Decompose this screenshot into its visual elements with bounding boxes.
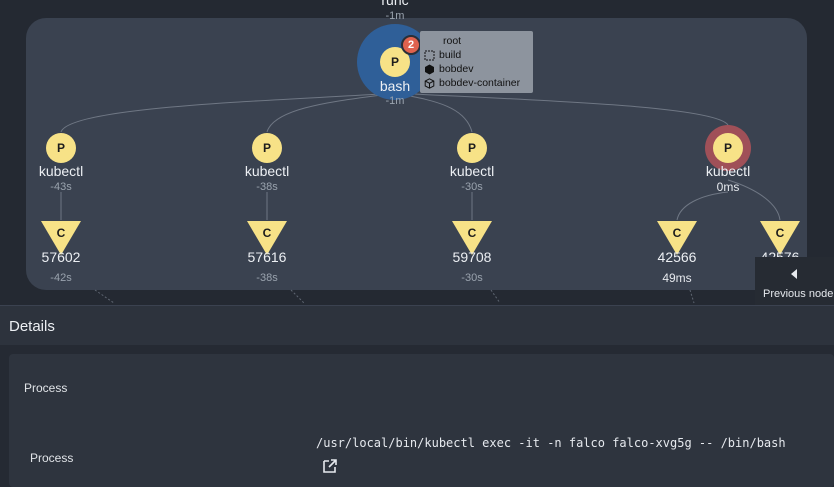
tooltip-pod: build (439, 49, 462, 61)
tooltip-pod-row: build (424, 48, 529, 62)
session-info-tooltip: root build bobdev bobdev-container (420, 31, 533, 93)
connection-4-time: 49ms (662, 271, 692, 285)
details-title: Details (9, 318, 55, 335)
process-node-kubectl-1[interactable]: P (46, 133, 76, 163)
edge-root-to-child-3 (394, 92, 473, 133)
cube-outline-icon (424, 77, 435, 89)
connection-2-time: -38s (256, 272, 278, 284)
process-field-label: Process (30, 451, 74, 465)
tooltip-user: root (443, 35, 462, 47)
edge-root-to-child-4 (394, 92, 729, 126)
connection-node-1-letter: C (56, 226, 66, 240)
edge-stub-4 (689, 289, 695, 304)
node-runc-name[interactable]: runc (381, 0, 408, 8)
node-kubectl-1-name[interactable]: kubectl (39, 163, 83, 179)
alert-count-badge[interactable]: 2 (401, 35, 421, 55)
tooltip-container-name-row: bobdev-container (424, 76, 529, 90)
tooltip-container: bobdev (439, 63, 474, 75)
edge-child-4-to-conn-a (676, 191, 729, 221)
previous-node-button[interactable]: Previous node (755, 257, 834, 305)
node-bash-time: -1m (385, 95, 405, 107)
node-kubectl-3-time: -30s (461, 181, 483, 193)
connection-4-port[interactable]: 42566 (658, 249, 697, 265)
connection-3-port[interactable]: 59708 (453, 249, 492, 265)
user-icon (424, 36, 435, 47)
connection-node-5-letter: C (775, 226, 785, 240)
previous-node-label: Previous node (763, 288, 834, 300)
node-kubectl-2-time: -38s (256, 181, 278, 193)
connection-node-2-letter: C (262, 226, 272, 240)
connection-3-time: -30s (461, 272, 483, 284)
connection-node-4-letter: C (672, 226, 682, 240)
dashed-square-icon (424, 50, 435, 61)
process-section-heading[interactable]: Process (24, 381, 67, 395)
external-link-icon[interactable] (322, 458, 338, 474)
node-kubectl-3-name[interactable]: kubectl (450, 163, 494, 179)
process-node-kubectl-4[interactable]: P (713, 133, 743, 163)
edge-stub-2 (290, 289, 305, 304)
connection-node-3-letter: C (467, 226, 477, 240)
node-kubectl-2-name[interactable]: kubectl (245, 163, 289, 179)
connection-2-port[interactable]: 57616 (248, 249, 287, 265)
edge-root-to-child-1 (60, 92, 396, 133)
details-panel-header[interactable]: Details (0, 305, 834, 345)
node-kubectl-1-time: -43s (50, 181, 72, 193)
process-graph[interactable]: runc -1m P 2 bash -1m root build bobdev … (0, 0, 834, 305)
node-bash-name[interactable]: bash (380, 78, 410, 94)
process-command-value: /usr/local/bin/kubectl exec -it -n falco… (316, 436, 786, 450)
connection-1-time: -42s (50, 272, 72, 284)
caret-left-icon (791, 269, 797, 279)
edge-stub-3 (490, 289, 501, 304)
cube-icon (424, 64, 435, 75)
edge-stub-1 (94, 289, 115, 304)
process-node-kubectl-3[interactable]: P (457, 133, 487, 163)
node-runc-time: -1m (385, 10, 405, 22)
node-kubectl-4-name[interactable]: kubectl (706, 163, 750, 179)
connection-1-port[interactable]: 57602 (42, 249, 81, 265)
process-node-kubectl-2[interactable]: P (252, 133, 282, 163)
node-kubectl-4-time: 0ms (716, 180, 740, 194)
tooltip-container-name: bobdev-container (439, 77, 521, 89)
tooltip-container-row: bobdev (424, 62, 529, 76)
details-panel-body: Process Process /usr/local/bin/kubectl e… (9, 354, 834, 487)
tooltip-user-row: root (424, 34, 529, 48)
